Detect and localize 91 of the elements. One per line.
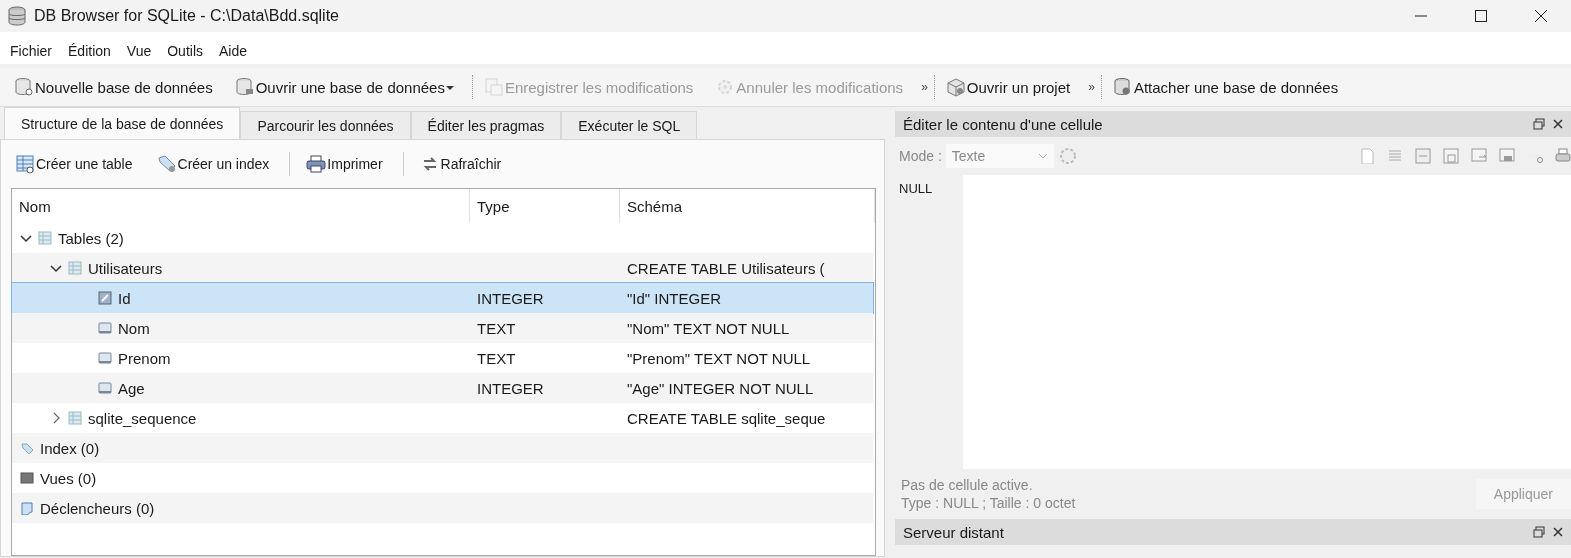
tree-row[interactable]: Tables (2): [12, 223, 873, 253]
column-header[interactable]: Type: [470, 189, 620, 223]
tree-row[interactable]: Nom TEXT "Nom" TEXT NOT NULL: [12, 313, 873, 343]
tree-item-name: Déclencheurs (0): [40, 499, 155, 517]
type-cell: TEXT: [477, 349, 516, 367]
status-text: Pas de cellule active.: [901, 477, 1034, 493]
database-icon: [8, 6, 26, 26]
field-icon: [98, 351, 112, 365]
index-icon: [20, 441, 34, 455]
toolbar-button[interactable]: Créer une table: [11, 152, 137, 176]
panel-title: Serveur distant: [903, 523, 1005, 541]
tree-item-name: Prenom: [118, 349, 171, 367]
column-header[interactable]: Nom: [12, 189, 470, 223]
schema-cell: CREATE TABLE sqlite_seque: [627, 409, 826, 427]
menu-item[interactable]: Outils: [159, 41, 211, 61]
tree-row[interactable]: Id INTEGER "Id" INTEGER: [12, 283, 873, 313]
tab[interactable]: Parcourir les données: [240, 111, 411, 139]
toolbar-button[interactable]: Ouvrir un projet: [941, 75, 1075, 99]
toolbar-button[interactable]: Ouvrir une base de données: [230, 75, 458, 99]
tree-row[interactable]: Déclencheurs (0): [12, 493, 873, 523]
chevron-down-icon[interactable]: [50, 262, 62, 274]
tab[interactable]: Éditer les pragmas: [410, 111, 562, 139]
toolbar-button[interactable]: Créer un index: [152, 152, 274, 176]
tree-item-name: Age: [118, 379, 145, 397]
table-icon: [68, 261, 82, 275]
database-icon: [14, 77, 34, 97]
tree-row[interactable]: Vues (0): [12, 463, 873, 493]
tree-row[interactable]: Prenom TEXT "Prenom" TEXT NOT NULL: [12, 343, 873, 373]
overflow-button[interactable]: »: [921, 80, 928, 94]
tree-row[interactable]: Index (0): [12, 433, 873, 463]
tree-item-name: Id: [118, 289, 131, 307]
menu-item[interactable]: Vue: [118, 41, 160, 61]
table-icon: [15, 154, 35, 174]
schema-cell: "Age" INTEGER NOT NULL: [627, 379, 814, 397]
align-icon[interactable]: [1387, 148, 1403, 164]
database-icon: [1112, 77, 1133, 97]
tab[interactable]: Exécuter le SQL: [561, 111, 698, 139]
field-icon: [98, 381, 112, 395]
close-icon: [1553, 119, 1563, 129]
schema-cell: "Id" INTEGER: [627, 289, 721, 307]
view-icon: [20, 471, 34, 485]
tree-item-name: Nom: [118, 319, 150, 337]
panel-title: Éditer le contenu d'une cellule: [903, 115, 1104, 133]
type-cell: INTEGER: [477, 379, 544, 397]
printer-icon: [306, 154, 327, 174]
field-icon: [98, 321, 112, 335]
cell-info-text: Type : NULL ; Taille : 0 octet: [901, 495, 1077, 511]
mode-label: Mode :: [899, 148, 942, 164]
float-icon: [1533, 118, 1545, 130]
tree-item-name: Tables (2): [58, 229, 124, 247]
tree-row[interactable]: Age INTEGER "Age" INTEGER NOT NULL: [12, 373, 873, 403]
column-header[interactable]: Schéma: [620, 189, 875, 223]
schema-cell: "Nom" TEXT NOT NULL: [627, 319, 790, 337]
type-cell: TEXT: [477, 319, 516, 337]
tree-row[interactable]: Utilisateurs CREATE TABLE Utilisateurs (: [12, 253, 873, 283]
schema-cell: "Prenom" TEXT NOT NULL: [627, 349, 811, 367]
table-icon: [38, 231, 52, 245]
schema-cell: CREATE TABLE Utilisateurs (: [627, 259, 825, 277]
tab[interactable]: Structure de la base de données: [4, 107, 241, 139]
caret-icon: [1037, 153, 1048, 159]
menu-item[interactable]: Aide: [211, 41, 256, 61]
mode-dropdown[interactable]: Texte: [945, 144, 1054, 168]
float-icon: [1533, 526, 1545, 538]
tree-item-name: Utilisateurs: [88, 259, 163, 277]
tree-item-name: sqlite_sequence: [88, 409, 197, 427]
menu-item[interactable]: Fichier: [2, 41, 60, 61]
toolbar-button[interactable]: Nouvelle base de données: [10, 75, 217, 99]
menu-item[interactable]: Édition: [60, 41, 119, 61]
box-icon: [945, 77, 966, 97]
tree-item-name: Index (0): [40, 439, 100, 457]
toolbar-button[interactable]: Imprimer: [302, 152, 387, 176]
null-label: NULL: [898, 180, 934, 198]
tag-icon: [156, 154, 177, 174]
window-title: DB Browser for SQLite - C:\Data\Bdd.sqlite: [34, 7, 340, 25]
maximize-icon[interactable]: [1473, 8, 1489, 24]
image-icon[interactable]: [1499, 148, 1515, 164]
toolbar-button[interactable]: Attacher une base de données: [1108, 75, 1343, 99]
close-icon: [1553, 527, 1563, 537]
tree-row[interactable]: sqlite_sequence CREATE TABLE sqlite_seque: [12, 403, 873, 433]
document-icon: [483, 77, 504, 97]
tree-item-name: Vues (0): [40, 469, 97, 487]
close-icon[interactable]: [1533, 8, 1549, 24]
printer-icon[interactable]: [1555, 148, 1571, 164]
chevron-down-icon[interactable]: [20, 232, 32, 244]
toolbar-button[interactable]: Rafraîchir: [415, 152, 506, 176]
trigger-icon: [20, 501, 34, 515]
database-icon: [234, 77, 255, 97]
table-icon: [68, 411, 82, 425]
overflow-button[interactable]: »: [1088, 80, 1095, 94]
type-cell: INTEGER: [477, 289, 544, 307]
document-icon[interactable]: [1359, 148, 1375, 164]
